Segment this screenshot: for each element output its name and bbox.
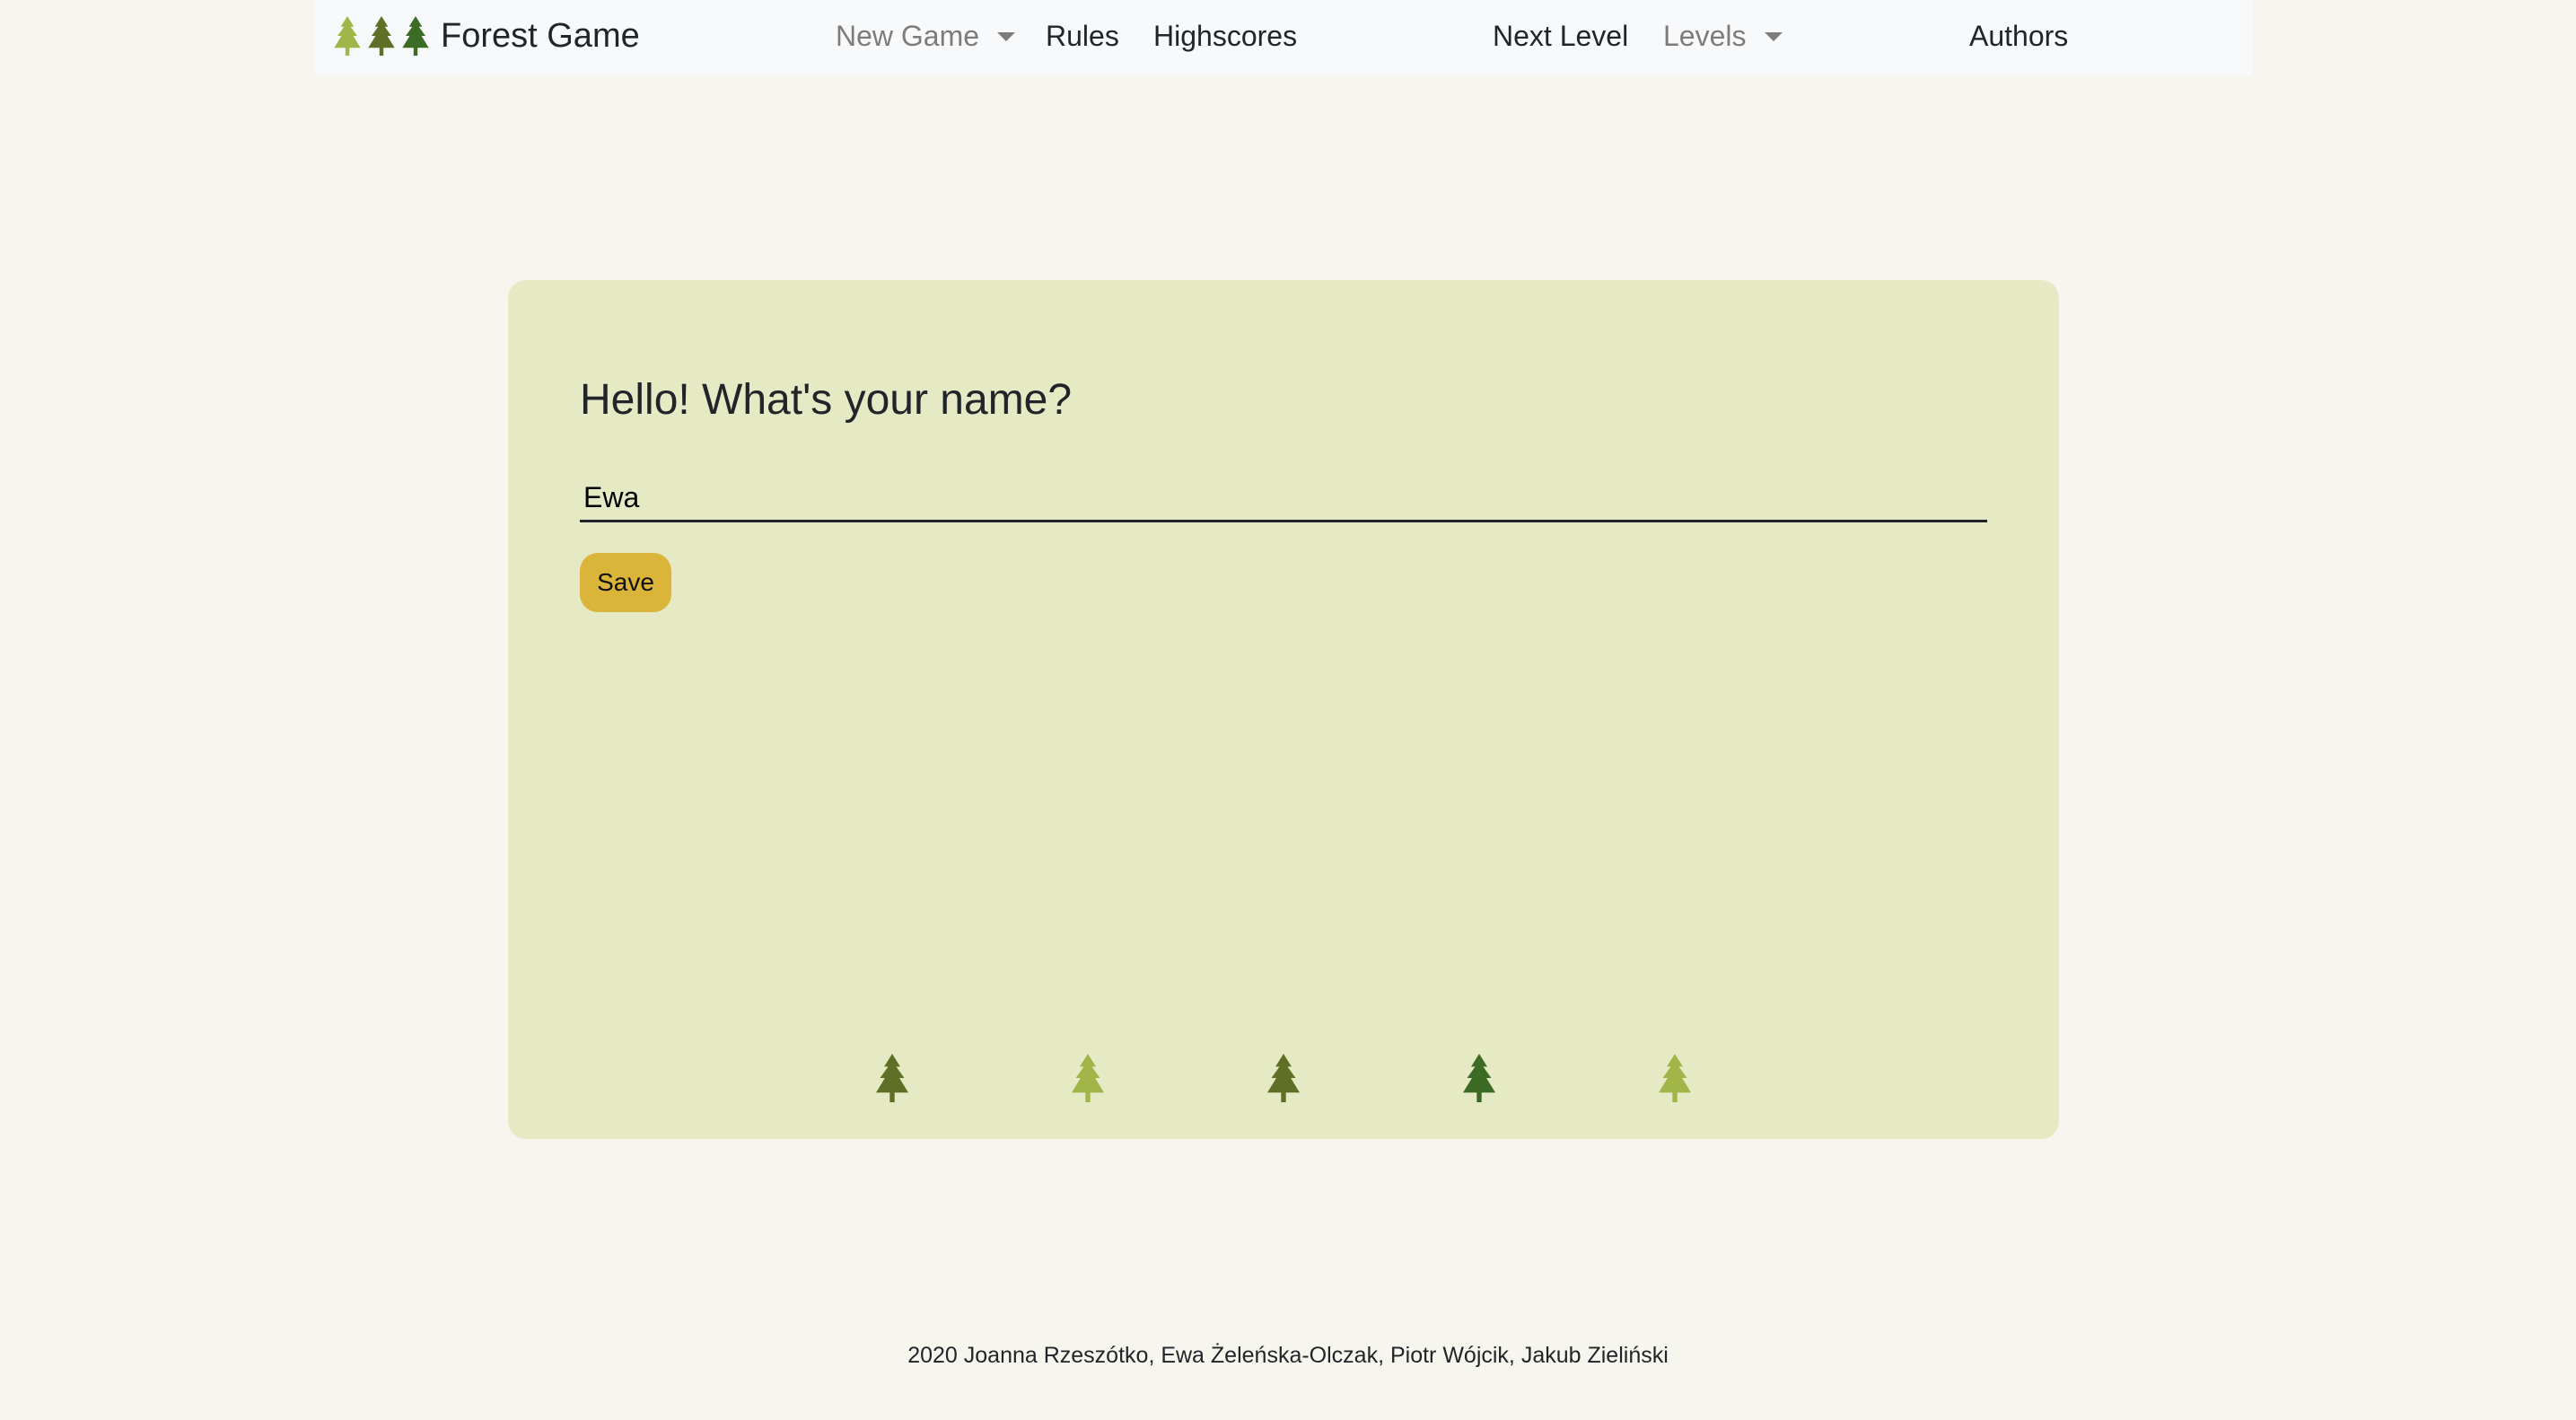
authors-link[interactable]: Authors — [1969, 0, 2068, 72]
brand-title: Forest Game — [441, 17, 640, 55]
footer-credits: 2020 Joanna Rzeszótko, Ewa Żeleńska-Olcz… — [907, 1343, 1669, 1368]
tree-decoration — [1264, 1054, 1303, 1102]
pine-tree-icon — [334, 16, 361, 56]
next-level-link[interactable]: Next Level — [1493, 0, 1628, 72]
tree-decoration — [1068, 1054, 1108, 1102]
card-title: Hello! What's your name? — [580, 376, 1073, 424]
chevron-down-icon — [1764, 32, 1783, 41]
brand-link[interactable]: Forest Game — [331, 0, 640, 72]
rules-link[interactable]: Rules — [1046, 0, 1119, 72]
levels-label: Levels — [1663, 19, 1747, 52]
pine-tree-icon — [1267, 1054, 1300, 1102]
levels-dropdown[interactable]: Levels — [1663, 0, 1783, 72]
new-game-dropdown[interactable]: New Game — [836, 0, 1016, 72]
pine-tree-icon — [368, 16, 395, 56]
pine-tree-icon — [1659, 1054, 1691, 1102]
name-card: Hello! What's your name? Save — [508, 280, 2059, 1139]
new-game-label: New Game — [836, 19, 980, 52]
tree-decoration — [1459, 1054, 1499, 1102]
chevron-down-icon — [997, 32, 1016, 41]
pine-tree-icon — [876, 1054, 908, 1102]
authors-label: Authors — [1969, 19, 2069, 52]
pine-tree-icon — [1463, 1054, 1495, 1102]
save-button[interactable]: Save — [580, 553, 671, 612]
tree-decoration — [872, 1054, 912, 1102]
pine-tree-icon — [402, 16, 429, 56]
footer: 2020 Joanna Rzeszótko, Ewa Żeleńska-Olcz… — [0, 1341, 2576, 1370]
highscores-link[interactable]: Highscores — [1153, 0, 1297, 72]
name-input[interactable] — [580, 476, 1987, 522]
pine-tree-icon — [1072, 1054, 1104, 1102]
tree-decoration — [1655, 1054, 1695, 1102]
rules-label: Rules — [1046, 19, 1119, 52]
brand-trees — [331, 16, 434, 56]
next-level-label: Next Level — [1493, 19, 1629, 52]
highscores-label: Highscores — [1153, 19, 1298, 52]
navbar: Forest Game New Game Rules Highscores Ne… — [315, 0, 2252, 75]
